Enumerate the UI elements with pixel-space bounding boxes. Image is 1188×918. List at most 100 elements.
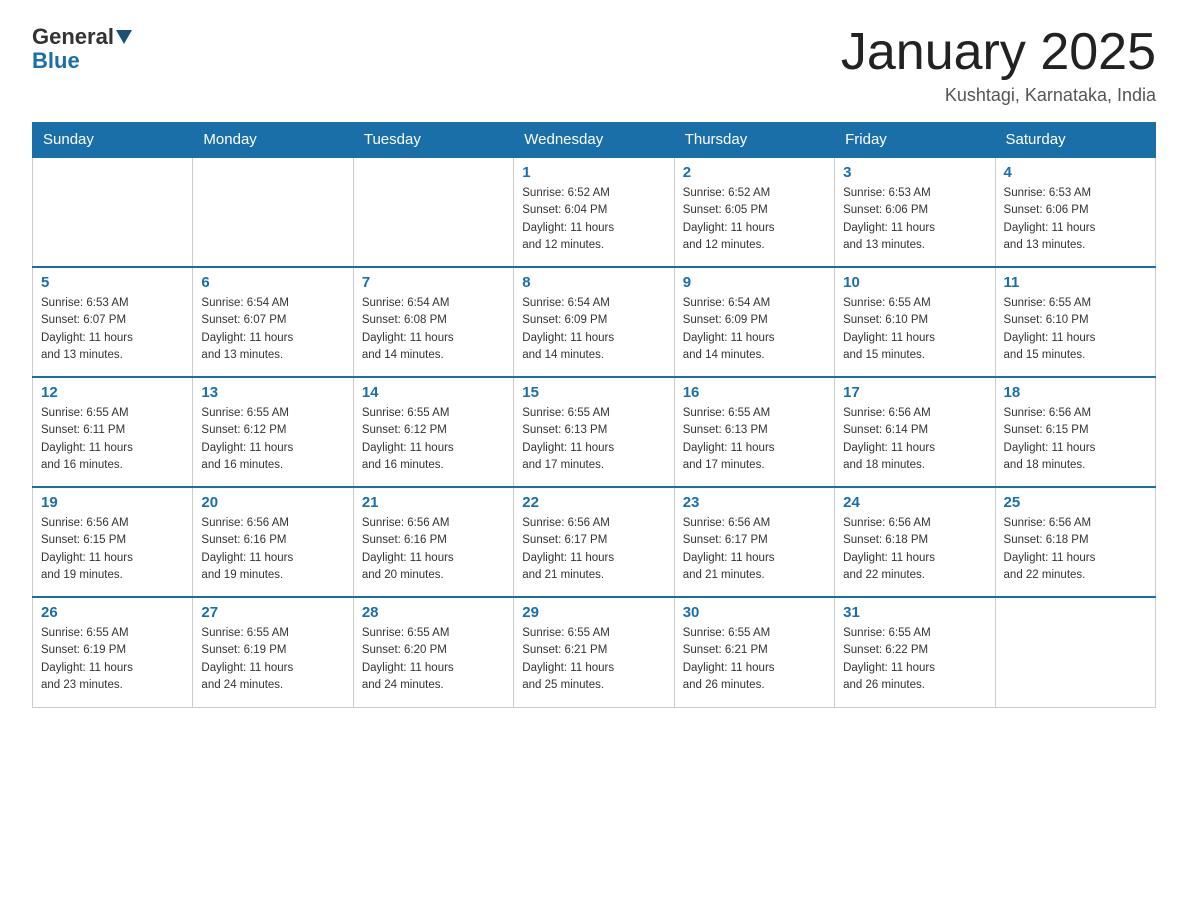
calendar-cell: 3 Sunrise: 6:53 AM Sunset: 6:06 PM Daylig… xyxy=(835,157,995,267)
column-header-wednesday: Wednesday xyxy=(514,123,674,158)
day-info: Sunrise: 6:53 AM Sunset: 6:06 PM Dayligh… xyxy=(843,185,986,254)
day-number: 17 xyxy=(843,384,986,401)
day-info: Sunrise: 6:55 AM Sunset: 6:20 PM Dayligh… xyxy=(362,625,505,694)
day-number: 26 xyxy=(41,604,184,621)
day-number: 18 xyxy=(1004,384,1147,401)
day-number: 19 xyxy=(41,494,184,511)
month-title: January 2025 xyxy=(841,24,1156,81)
title-block: January 2025 Kushtagi, Karnataka, India xyxy=(841,24,1156,106)
day-number: 3 xyxy=(843,164,986,181)
day-info: Sunrise: 6:55 AM Sunset: 6:22 PM Dayligh… xyxy=(843,625,986,694)
column-header-sunday: Sunday xyxy=(33,123,193,158)
week-row-3: 12 Sunrise: 6:55 AM Sunset: 6:11 PM Dayli… xyxy=(33,377,1156,487)
calendar-cell: 7 Sunrise: 6:54 AM Sunset: 6:08 PM Daylig… xyxy=(353,267,513,377)
day-info: Sunrise: 6:55 AM Sunset: 6:19 PM Dayligh… xyxy=(41,625,184,694)
calendar-cell: 6 Sunrise: 6:54 AM Sunset: 6:07 PM Daylig… xyxy=(193,267,353,377)
calendar-cell: 24 Sunrise: 6:56 AM Sunset: 6:18 PM Dayli… xyxy=(835,487,995,597)
column-header-thursday: Thursday xyxy=(674,123,834,158)
day-info: Sunrise: 6:55 AM Sunset: 6:21 PM Dayligh… xyxy=(522,625,665,694)
day-info: Sunrise: 6:55 AM Sunset: 6:12 PM Dayligh… xyxy=(362,405,505,474)
day-info: Sunrise: 6:53 AM Sunset: 6:06 PM Dayligh… xyxy=(1004,185,1147,254)
day-info: Sunrise: 6:53 AM Sunset: 6:07 PM Dayligh… xyxy=(41,295,184,364)
day-number: 23 xyxy=(683,494,826,511)
day-number: 30 xyxy=(683,604,826,621)
calendar-cell: 21 Sunrise: 6:56 AM Sunset: 6:16 PM Dayli… xyxy=(353,487,513,597)
day-number: 8 xyxy=(522,274,665,291)
calendar-cell: 27Sunrise: 6:55 AM Sunset: 6:19 PM Dayli… xyxy=(193,597,353,707)
week-row-4: 19 Sunrise: 6:56 AM Sunset: 6:15 PM Dayli… xyxy=(33,487,1156,597)
day-number: 27 xyxy=(201,604,344,621)
calendar-cell xyxy=(995,597,1155,707)
day-info: Sunrise: 6:56 AM Sunset: 6:17 PM Dayligh… xyxy=(683,515,826,584)
calendar-cell: 4 Sunrise: 6:53 AM Sunset: 6:06 PM Daylig… xyxy=(995,157,1155,267)
day-info: Sunrise: 6:56 AM Sunset: 6:18 PM Dayligh… xyxy=(1004,515,1147,584)
day-number: 1 xyxy=(522,164,665,181)
day-info: Sunrise: 6:54 AM Sunset: 6:09 PM Dayligh… xyxy=(683,295,826,364)
column-header-friday: Friday xyxy=(835,123,995,158)
day-info: Sunrise: 6:55 AM Sunset: 6:10 PM Dayligh… xyxy=(1004,295,1147,364)
logo-general-text: General xyxy=(32,24,114,50)
day-number: 6 xyxy=(201,274,344,291)
day-number: 22 xyxy=(522,494,665,511)
week-row-2: 5 Sunrise: 6:53 AM Sunset: 6:07 PM Daylig… xyxy=(33,267,1156,377)
location: Kushtagi, Karnataka, India xyxy=(841,85,1156,106)
day-info: Sunrise: 6:55 AM Sunset: 6:11 PM Dayligh… xyxy=(41,405,184,474)
day-info: Sunrise: 6:56 AM Sunset: 6:17 PM Dayligh… xyxy=(522,515,665,584)
calendar-cell: 11Sunrise: 6:55 AM Sunset: 6:10 PM Dayli… xyxy=(995,267,1155,377)
day-number: 10 xyxy=(843,274,986,291)
day-number: 4 xyxy=(1004,164,1147,181)
calendar-cell: 2Sunrise: 6:52 AM Sunset: 6:05 PM Daylig… xyxy=(674,157,834,267)
day-number: 24 xyxy=(843,494,986,511)
day-number: 29 xyxy=(522,604,665,621)
day-info: Sunrise: 6:54 AM Sunset: 6:09 PM Dayligh… xyxy=(522,295,665,364)
day-info: Sunrise: 6:55 AM Sunset: 6:12 PM Dayligh… xyxy=(201,405,344,474)
calendar-table: SundayMondayTuesdayWednesdayThursdayFrid… xyxy=(32,122,1156,708)
calendar-cell xyxy=(193,157,353,267)
calendar-cell: 18 Sunrise: 6:56 AM Sunset: 6:15 PM Dayli… xyxy=(995,377,1155,487)
calendar-cell: 9 Sunrise: 6:54 AM Sunset: 6:09 PM Daylig… xyxy=(674,267,834,377)
calendar-cell: 19 Sunrise: 6:56 AM Sunset: 6:15 PM Dayli… xyxy=(33,487,193,597)
day-number: 25 xyxy=(1004,494,1147,511)
calendar-header-row: SundayMondayTuesdayWednesdayThursdayFrid… xyxy=(33,123,1156,158)
day-info: Sunrise: 6:52 AM Sunset: 6:04 PM Dayligh… xyxy=(522,185,665,254)
day-info: Sunrise: 6:56 AM Sunset: 6:16 PM Dayligh… xyxy=(362,515,505,584)
logo: General Blue xyxy=(32,24,134,74)
calendar-cell: 1 Sunrise: 6:52 AM Sunset: 6:04 PM Daylig… xyxy=(514,157,674,267)
day-number: 12 xyxy=(41,384,184,401)
calendar-cell: 23 Sunrise: 6:56 AM Sunset: 6:17 PM Dayli… xyxy=(674,487,834,597)
calendar-cell: 28 Sunrise: 6:55 AM Sunset: 6:20 PM Dayli… xyxy=(353,597,513,707)
day-number: 31 xyxy=(843,604,986,621)
day-info: Sunrise: 6:54 AM Sunset: 6:07 PM Dayligh… xyxy=(201,295,344,364)
day-info: Sunrise: 6:56 AM Sunset: 6:18 PM Dayligh… xyxy=(843,515,986,584)
column-header-tuesday: Tuesday xyxy=(353,123,513,158)
day-number: 5 xyxy=(41,274,184,291)
calendar-cell: 8 Sunrise: 6:54 AM Sunset: 6:09 PM Daylig… xyxy=(514,267,674,377)
day-number: 28 xyxy=(362,604,505,621)
calendar-cell xyxy=(353,157,513,267)
day-info: Sunrise: 6:54 AM Sunset: 6:08 PM Dayligh… xyxy=(362,295,505,364)
column-header-saturday: Saturday xyxy=(995,123,1155,158)
day-number: 2 xyxy=(683,164,826,181)
week-row-5: 26 Sunrise: 6:55 AM Sunset: 6:19 PM Dayli… xyxy=(33,597,1156,707)
calendar-cell: 26 Sunrise: 6:55 AM Sunset: 6:19 PM Dayli… xyxy=(33,597,193,707)
logo-blue-text: Blue xyxy=(32,48,80,74)
day-number: 16 xyxy=(683,384,826,401)
calendar-cell: 25 Sunrise: 6:56 AM Sunset: 6:18 PM Dayli… xyxy=(995,487,1155,597)
calendar-cell xyxy=(33,157,193,267)
day-number: 15 xyxy=(522,384,665,401)
day-info: Sunrise: 6:55 AM Sunset: 6:10 PM Dayligh… xyxy=(843,295,986,364)
calendar-cell: 30 Sunrise: 6:55 AM Sunset: 6:21 PM Dayli… xyxy=(674,597,834,707)
day-number: 21 xyxy=(362,494,505,511)
day-number: 7 xyxy=(362,274,505,291)
day-info: Sunrise: 6:56 AM Sunset: 6:15 PM Dayligh… xyxy=(1004,405,1147,474)
page-header: General Blue January 2025 Kushtagi, Karn… xyxy=(32,24,1156,106)
calendar-cell: 29 Sunrise: 6:55 AM Sunset: 6:21 PM Dayli… xyxy=(514,597,674,707)
logo-arrow-icon xyxy=(116,30,132,44)
day-info: Sunrise: 6:56 AM Sunset: 6:15 PM Dayligh… xyxy=(41,515,184,584)
calendar-cell: 5 Sunrise: 6:53 AM Sunset: 6:07 PM Daylig… xyxy=(33,267,193,377)
day-info: Sunrise: 6:56 AM Sunset: 6:16 PM Dayligh… xyxy=(201,515,344,584)
day-number: 9 xyxy=(683,274,826,291)
day-info: Sunrise: 6:55 AM Sunset: 6:21 PM Dayligh… xyxy=(683,625,826,694)
day-number: 20 xyxy=(201,494,344,511)
calendar-cell: 22 Sunrise: 6:56 AM Sunset: 6:17 PM Dayli… xyxy=(514,487,674,597)
